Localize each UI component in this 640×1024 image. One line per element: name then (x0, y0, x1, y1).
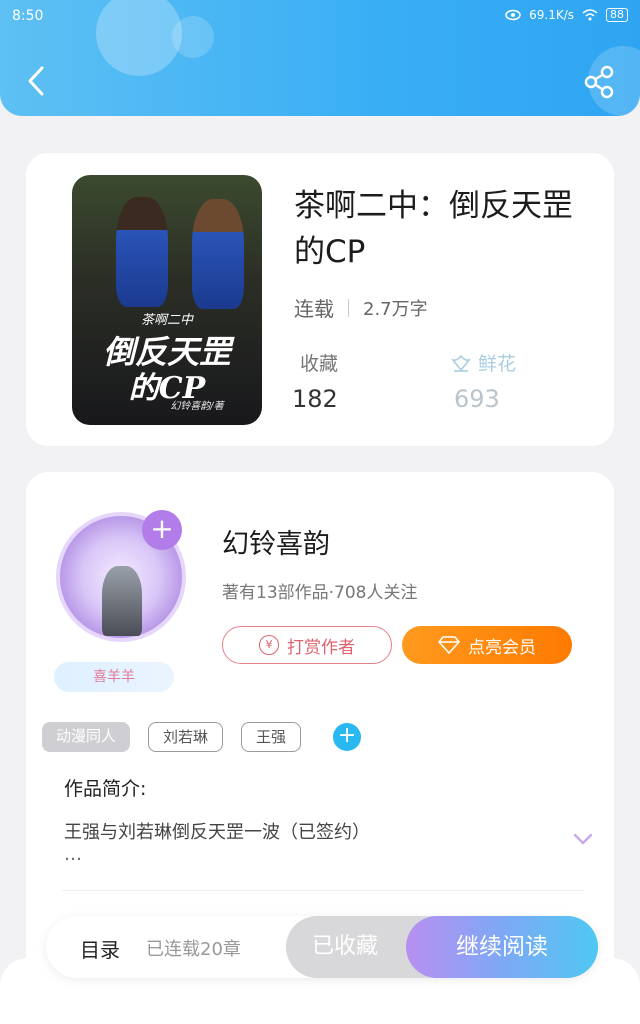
chevron-down-icon (573, 833, 593, 845)
decor-bubble (96, 0, 182, 76)
tag-item[interactable]: 动漫同人 (42, 722, 131, 752)
tip-label: 打赏作者 (287, 637, 355, 658)
battery-indicator: 88 (606, 8, 628, 22)
divider (62, 890, 584, 891)
cover-figure (116, 197, 168, 307)
author-badge: 喜羊羊 (54, 662, 174, 692)
share-button[interactable] (582, 64, 618, 100)
yen-icon: ¥ (259, 635, 279, 655)
chevron-left-icon (28, 66, 44, 96)
follow-plus-button[interactable]: + (142, 510, 182, 550)
book-status: 连载 (294, 297, 334, 321)
chapter-count[interactable]: 已连载20章 (146, 935, 241, 961)
expand-button[interactable] (572, 830, 594, 848)
cover-figure (192, 199, 244, 309)
tag-item[interactable]: 刘若琳 (148, 722, 224, 752)
status-time: 8:50 (12, 8, 44, 24)
eye-icon (505, 9, 521, 21)
share-icon (584, 65, 614, 99)
flowers-label: 鲜花 (478, 353, 517, 375)
intro-title: 作品简介: (64, 778, 147, 800)
tag-list: 动漫同人 刘若琳 王强 + (42, 722, 362, 752)
intro-ellipsis: … (64, 844, 82, 865)
tip-author-button[interactable]: ¥ 打赏作者 (222, 626, 392, 664)
author-avatar-wrap[interactable]: + (56, 510, 186, 642)
meta-divider (348, 298, 349, 317)
decor-bubble (172, 16, 214, 58)
intro-text: 王强与刘若琳倒反天罡一波（已签约） (64, 822, 370, 843)
book-title: 茶啊二中：倒反天罡的CP (294, 188, 573, 270)
vip-button[interactable]: 点亮会员 (402, 626, 572, 664)
cover-author: 幻铃喜韵/著 (170, 401, 224, 412)
flowers-count: 693 (454, 385, 500, 413)
favorites-label: 收藏 (300, 353, 339, 375)
add-tag-button[interactable]: + (333, 723, 362, 751)
avatar-figure (102, 566, 142, 636)
cover-subtitle: 茶啊二中 (140, 313, 193, 328)
author-stats: 著有13部作品·708人关注 (222, 583, 418, 603)
continue-reading-button[interactable]: 继续阅读 (406, 916, 598, 978)
book-info-card: 茶啊二中 倒反天罡 的CP 幻铃喜韵/著 茶啊二中：倒反天罡的CP 连载 2.7… (26, 153, 614, 446)
author-name[interactable]: 幻铃喜韵 (222, 522, 330, 561)
favorites-count: 182 (292, 385, 338, 413)
back-button[interactable] (20, 62, 52, 100)
diamond-icon (438, 636, 460, 654)
flower-icon (451, 354, 471, 372)
wifi-icon (582, 9, 598, 21)
book-cover[interactable]: 茶啊二中 倒反天罡 的CP 幻铃喜韵/著 (72, 175, 262, 425)
network-speed: 69.1K/s (529, 8, 574, 22)
tag-item[interactable]: 王强 (241, 722, 302, 752)
vip-label: 点亮会员 (468, 637, 536, 658)
book-meta: 连载 2.7万字 (294, 293, 428, 322)
flowers-button[interactable]: 鲜花 (450, 349, 516, 376)
toc-button[interactable]: 目录 (80, 934, 120, 963)
bottom-action-bar: 目录 已连载20章 已收藏 继续阅读 (46, 916, 598, 978)
top-header: 8:50 69.1K/s 88 (0, 0, 640, 116)
word-count: 2.7万字 (363, 298, 428, 320)
status-icons: 69.1K/s 88 (505, 8, 628, 22)
